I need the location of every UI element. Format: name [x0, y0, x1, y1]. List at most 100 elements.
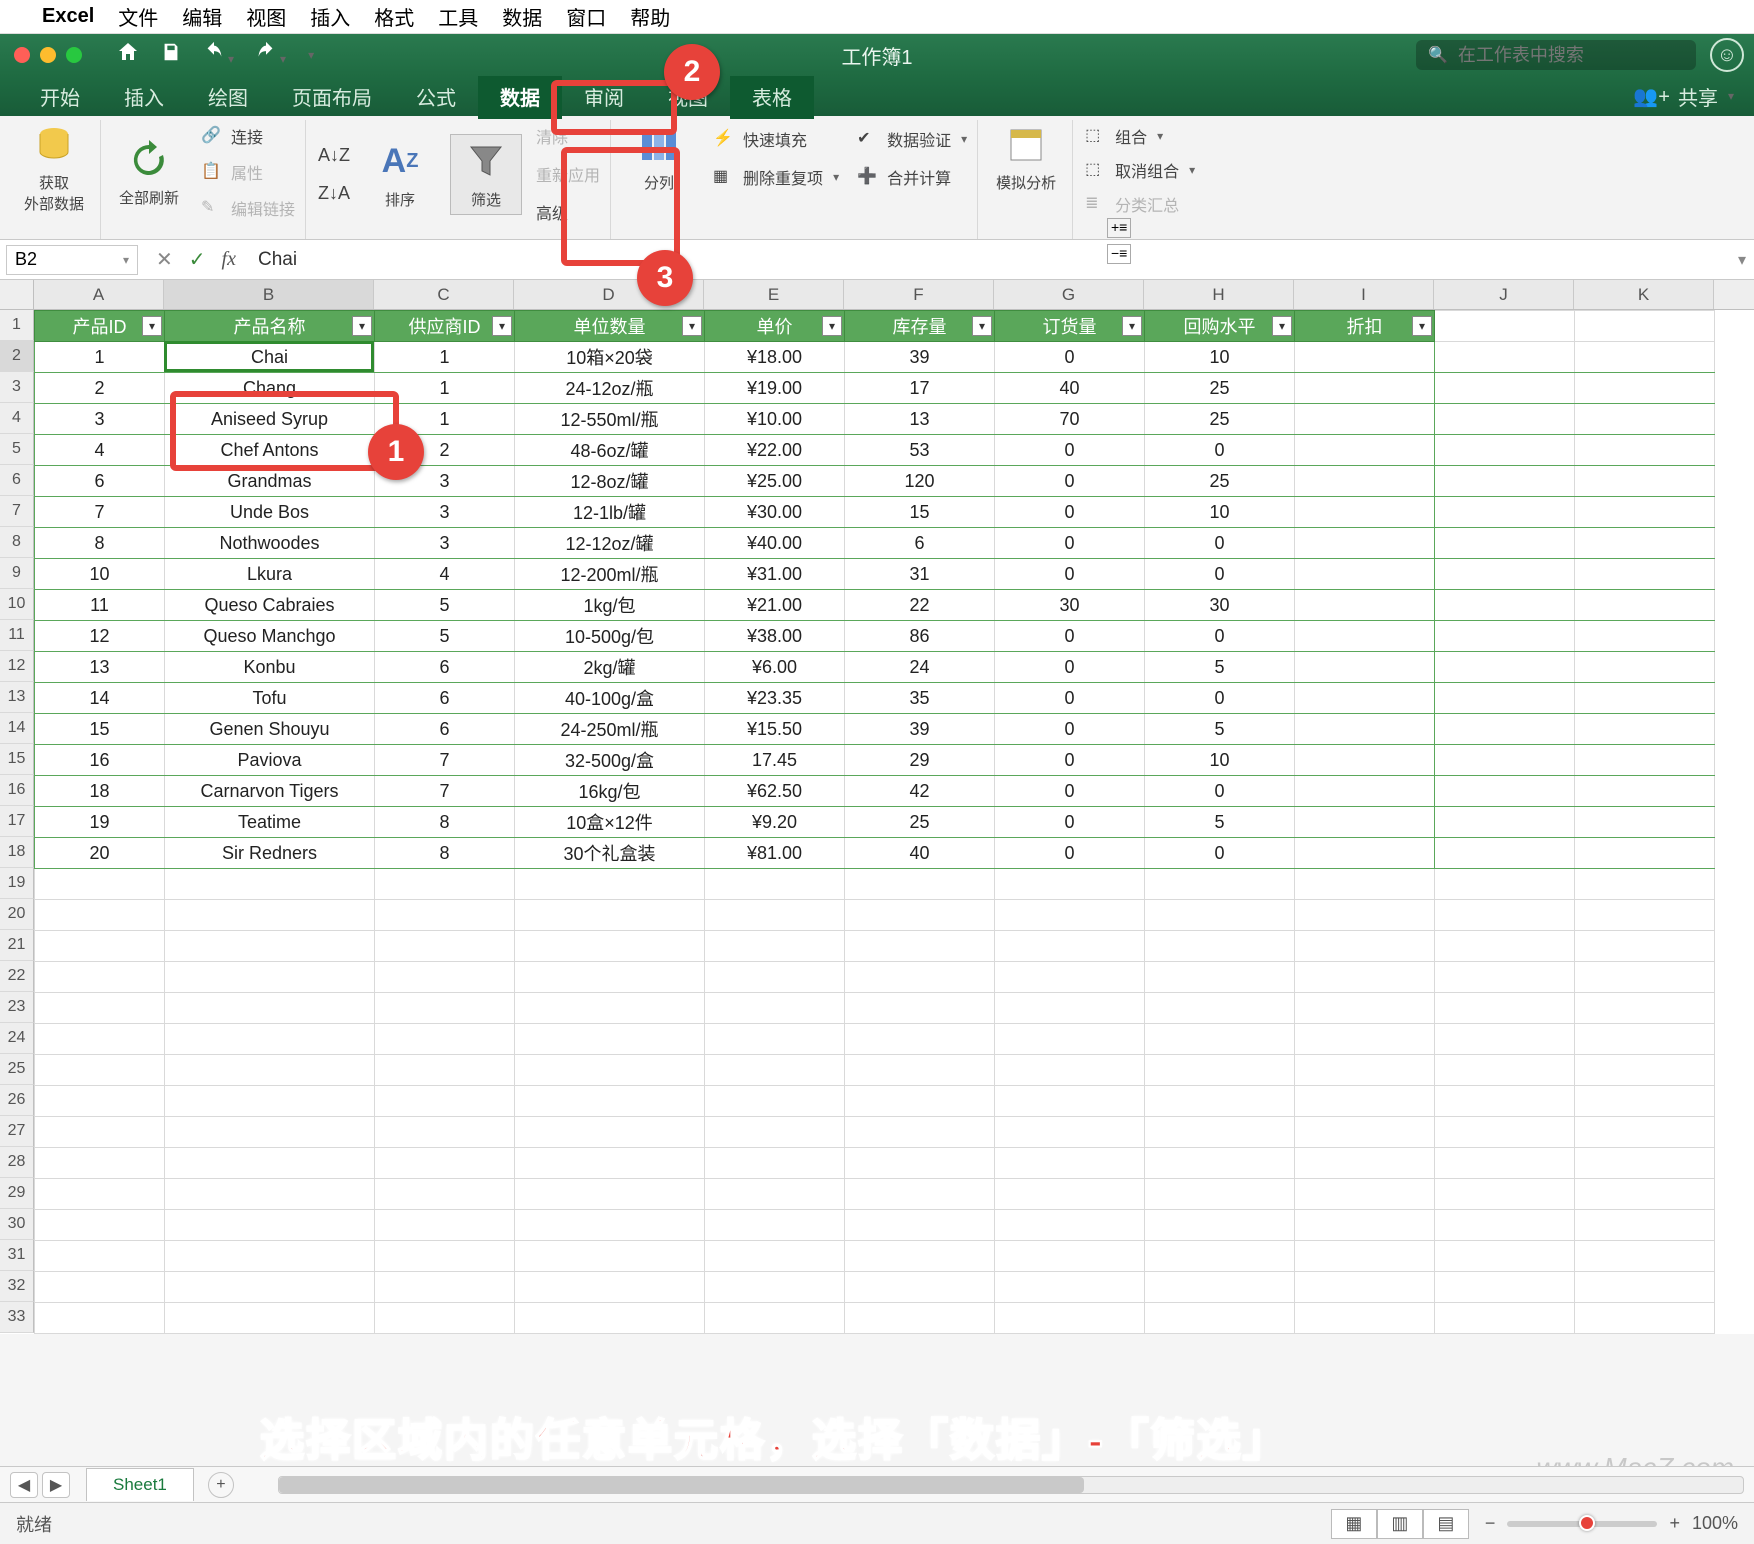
cell[interactable]: [995, 1179, 1145, 1210]
cell[interactable]: 4: [35, 435, 165, 466]
cell[interactable]: [165, 962, 375, 993]
cell[interactable]: [515, 1272, 705, 1303]
app-name[interactable]: Excel: [42, 5, 94, 28]
cell[interactable]: [515, 1148, 705, 1179]
row-header-33[interactable]: 33: [0, 1302, 34, 1333]
cell[interactable]: 25: [1145, 373, 1295, 404]
tab-insert[interactable]: 插入: [102, 74, 186, 119]
cell[interactable]: 70: [995, 404, 1145, 435]
ungroup-button[interactable]: ⬚取消组合▾: [1085, 156, 1195, 184]
cell[interactable]: [1435, 404, 1575, 435]
cell[interactable]: 0: [995, 807, 1145, 838]
cell[interactable]: [995, 1210, 1145, 1241]
cell[interactable]: [1575, 714, 1715, 745]
cell[interactable]: [1145, 1179, 1295, 1210]
data-validation-button[interactable]: ✔数据验证▾: [857, 125, 967, 153]
cell[interactable]: 6: [375, 683, 515, 714]
cell[interactable]: [35, 993, 165, 1024]
col-header-I[interactable]: I: [1294, 280, 1434, 309]
cell[interactable]: [35, 1241, 165, 1272]
menu-help[interactable]: 帮助: [630, 2, 670, 31]
row-header-31[interactable]: 31: [0, 1240, 34, 1271]
cell[interactable]: [1145, 1241, 1295, 1272]
cell[interactable]: [1295, 807, 1435, 838]
cell[interactable]: [515, 1303, 705, 1334]
maximize-icon[interactable]: [66, 47, 82, 63]
cell[interactable]: 0: [1145, 559, 1295, 590]
zoom-in-button[interactable]: +: [1669, 1513, 1680, 1534]
cell[interactable]: ¥25.00: [705, 466, 845, 497]
cell[interactable]: 35: [845, 683, 995, 714]
cell[interactable]: [165, 1241, 375, 1272]
cell[interactable]: [705, 1272, 845, 1303]
cell[interactable]: 48-6oz/罐: [515, 435, 705, 466]
col-header-B[interactable]: B: [164, 280, 374, 309]
row-header-1[interactable]: 1: [0, 310, 34, 341]
expand-formula-bar-icon[interactable]: ▾: [1730, 250, 1754, 270]
cell[interactable]: [845, 869, 995, 900]
cell[interactable]: [705, 993, 845, 1024]
select-all-corner[interactable]: [0, 280, 34, 310]
cell[interactable]: [1295, 435, 1435, 466]
cell[interactable]: [515, 1210, 705, 1241]
cell[interactable]: Teatime: [165, 807, 375, 838]
cell[interactable]: 8: [375, 838, 515, 869]
cell[interactable]: 5: [375, 590, 515, 621]
cell[interactable]: [1295, 1241, 1435, 1272]
cell[interactable]: Tofu: [165, 683, 375, 714]
cell[interactable]: 0: [995, 528, 1145, 559]
row-header-28[interactable]: 28: [0, 1147, 34, 1178]
row-header-19[interactable]: 19: [0, 868, 34, 899]
zoom-out-button[interactable]: −: [1485, 1513, 1496, 1534]
row-header-11[interactable]: 11: [0, 620, 34, 651]
row-header-18[interactable]: 18: [0, 837, 34, 868]
cell[interactable]: [845, 1117, 995, 1148]
menu-file[interactable]: 文件: [118, 2, 158, 31]
cell[interactable]: [375, 1086, 515, 1117]
cell[interactable]: [1295, 1024, 1435, 1055]
cell[interactable]: [995, 931, 1145, 962]
cell[interactable]: 0: [995, 776, 1145, 807]
tab-layout[interactable]: 页面布局: [270, 74, 394, 119]
cell[interactable]: [1295, 373, 1435, 404]
cell[interactable]: [1295, 869, 1435, 900]
cell[interactable]: [1435, 1272, 1575, 1303]
cell[interactable]: [705, 1303, 845, 1334]
cell[interactable]: 53: [845, 435, 995, 466]
cell[interactable]: 5: [375, 621, 515, 652]
filter-dropdown-icon[interactable]: ▾: [492, 316, 512, 336]
filter-button[interactable]: 筛选: [450, 134, 522, 215]
cell[interactable]: 12: [35, 621, 165, 652]
cell[interactable]: [515, 869, 705, 900]
cell[interactable]: [375, 1272, 515, 1303]
cell[interactable]: ¥9.20: [705, 807, 845, 838]
cell[interactable]: [1145, 962, 1295, 993]
cell[interactable]: 20: [35, 838, 165, 869]
cell[interactable]: 0: [995, 466, 1145, 497]
cell[interactable]: ¥23.35: [705, 683, 845, 714]
cell[interactable]: [1575, 745, 1715, 776]
cell[interactable]: 14: [35, 683, 165, 714]
cell[interactable]: [1295, 1117, 1435, 1148]
cell[interactable]: [1435, 1055, 1575, 1086]
menu-edit[interactable]: 编辑: [182, 2, 222, 31]
cell[interactable]: 13: [35, 652, 165, 683]
cell[interactable]: [1295, 1055, 1435, 1086]
horizontal-scrollbar[interactable]: [278, 1476, 1744, 1494]
cell[interactable]: 4: [375, 559, 515, 590]
cell[interactable]: [165, 900, 375, 931]
row-header-6[interactable]: 6: [0, 465, 34, 496]
namebox-dropdown-icon[interactable]: ▾: [123, 253, 129, 267]
cell[interactable]: [1435, 373, 1575, 404]
cell[interactable]: [1295, 714, 1435, 745]
cell[interactable]: [845, 1148, 995, 1179]
cell[interactable]: 0: [1145, 621, 1295, 652]
table-header-7[interactable]: 回购水平▾: [1145, 311, 1295, 342]
fx-icon[interactable]: fx: [222, 248, 236, 271]
cell[interactable]: [375, 931, 515, 962]
cell[interactable]: [1295, 559, 1435, 590]
cell[interactable]: [1575, 962, 1715, 993]
cell[interactable]: [1295, 342, 1435, 373]
cell[interactable]: [375, 962, 515, 993]
cell[interactable]: 0: [1145, 435, 1295, 466]
